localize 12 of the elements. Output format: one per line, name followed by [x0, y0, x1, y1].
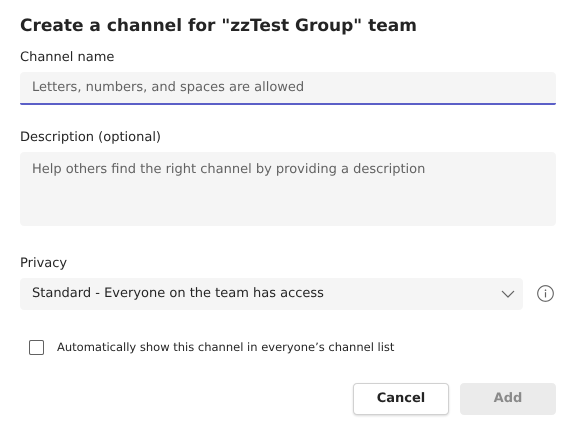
field-label: Channel name: [20, 49, 116, 67]
field-label: Description (optional): [20, 129, 162, 147]
field-label: Privacy: [20, 254, 68, 272]
checkbox[interactable]: [29, 340, 44, 355]
chevron-down-icon: [501, 290, 515, 298]
dialog-button[interactable]: Cancel: [353, 382, 449, 415]
privacy-dropdown[interactable]: Standard - Everyone on the team has access: [20, 278, 523, 310]
info-icon[interactable]: [537, 285, 554, 302]
description-field[interactable]: Help others find the right channel by providing a description: [20, 152, 556, 226]
dialog-title: Create a channel for "zzTest Group" team: [20, 15, 418, 38]
channel-name-field[interactable]: Letters, numbers, and spaces are allowed: [20, 72, 556, 105]
checkbox-label: Automatically show this channel in everyone’s channel list: [57, 338, 394, 356]
